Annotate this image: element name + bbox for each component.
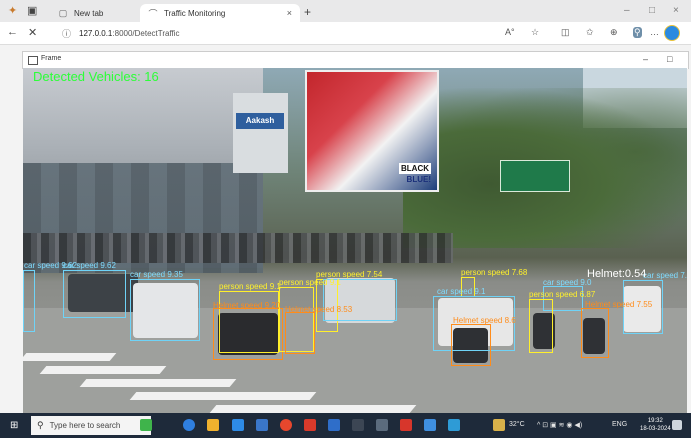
close-tab-icon[interactable]: ×: [287, 8, 292, 18]
helmet-detection-box: [285, 312, 315, 354]
edge-browser-icon[interactable]: [183, 419, 195, 431]
search-icon: ⚲: [37, 420, 44, 430]
billboard-text-blue: BLUE!: [406, 175, 431, 184]
chrome-icon[interactable]: [280, 419, 292, 431]
profile-sparkle-icon[interactable]: ✦: [8, 4, 17, 17]
split-screen-icon[interactable]: ◫: [561, 27, 570, 38]
file-explorer-icon[interactable]: [207, 419, 219, 431]
notifications-icon[interactable]: [672, 420, 682, 430]
favorites-icon[interactable]: ✩: [586, 27, 594, 38]
crosswalk-stripe: [23, 353, 117, 361]
helmet-speed-label: Helmet speed 8.53: [285, 305, 353, 314]
read-aloud-icon[interactable]: A°: [505, 27, 515, 37]
person-speed-label: person speed 6.87: [529, 290, 596, 299]
app-icon[interactable]: [376, 419, 388, 431]
frame-maximize-button[interactable]: □: [667, 54, 672, 64]
more-options-icon[interactable]: …: [650, 27, 659, 37]
maximize-button[interactable]: □: [649, 5, 655, 16]
car-detection-box: [63, 270, 126, 318]
helmet-detection-box: [213, 308, 283, 360]
car-speed-label: car speed 9.35: [130, 270, 183, 279]
tab-label: New tab: [74, 8, 104, 18]
language-indicator[interactable]: ENG: [612, 421, 627, 428]
app-icon[interactable]: [400, 419, 412, 431]
helmet-speed-label: Helmet speed 9.20: [213, 301, 281, 310]
crosswalk-stripe: [39, 366, 167, 374]
crosswalk-stripe: [79, 379, 237, 387]
page-icon: ▢: [58, 7, 68, 18]
address-bar[interactable]: ⓘ 127.0.0.1 :8000/DetectTraffic: [62, 25, 602, 41]
tab-label: Traffic Monitoring: [164, 8, 226, 18]
helmet-speed-label: Helmet speed 7.55: [585, 300, 653, 309]
car-speed-label: car speed 7.12: [643, 271, 687, 280]
back-arrow-icon[interactable]: ←: [7, 26, 18, 38]
frame-minimize-button[interactable]: –: [643, 54, 648, 64]
store-icon[interactable]: [232, 419, 244, 431]
weather-icon[interactable]: [493, 419, 505, 431]
clock-time: 19:32: [647, 418, 663, 424]
person-speed-label: person speed 9.1: [219, 282, 281, 291]
taskbar-clock[interactable]: 19:32 18-03-2024: [640, 417, 671, 433]
address-path: :8000/DetectTraffic: [112, 28, 180, 38]
car-speed-label: car speed 9.62: [63, 261, 116, 270]
close-window-button[interactable]: ×: [673, 5, 679, 16]
storefront: Aakash: [233, 93, 288, 173]
browser-toolbar: ← ✕ ⓘ 127.0.0.1 :8000/DetectTraffic A° ☆…: [0, 22, 691, 45]
vscode-icon[interactable]: [328, 419, 340, 431]
loading-icon: ⌒: [148, 8, 158, 19]
info-icon[interactable]: ⓘ: [62, 27, 71, 40]
taskbar-search-box[interactable]: ⚲ Type here to search: [31, 416, 151, 435]
car-speed-label: car speed 9.0: [543, 278, 592, 287]
helmet-detection-box: [451, 324, 491, 366]
search-placeholder: Type here to search: [49, 421, 121, 430]
person-speed-label: person speed 7.68: [461, 268, 528, 277]
pdf-reader-icon[interactable]: [304, 419, 316, 431]
helmet-speed-label: Helmet speed 8.6: [453, 316, 516, 325]
person-speed-label: person speed 9.1: [279, 278, 341, 287]
car-detection-box: [23, 270, 35, 332]
address-host: 127.0.0.1: [79, 28, 113, 38]
extension-icon[interactable]: ⚲: [633, 27, 642, 38]
billboard: BLACK BLUE!: [305, 70, 439, 192]
helmet-confidence-label: Helmet:0.54: [587, 268, 647, 280]
widgets-icon[interactable]: [140, 419, 152, 431]
system-tray-icons[interactable]: ^ ⊡ ▣ ≋ ◉ ◀): [537, 421, 582, 429]
frame-window-title: Frame: [41, 55, 62, 62]
minimize-button[interactable]: –: [624, 5, 630, 16]
frame-window-titlebar: Frame – □: [22, 51, 689, 69]
window-icon: [28, 56, 38, 65]
car-detection-box: [130, 279, 200, 341]
browser-tab-strip: ✦ ▣ ▢ New tab × ⌒ Traffic Monitoring × +…: [0, 0, 691, 22]
new-tab-button[interactable]: +: [304, 5, 311, 19]
collections-icon[interactable]: ⊕: [610, 27, 618, 38]
windows-start-icon[interactable]: ⊞: [10, 420, 18, 431]
windows-taskbar: ⊞ ⚲ Type here to search 32°C ^ ⊡ ▣ ≋ ◉ ◀…: [0, 413, 691, 438]
weather-temperature[interactable]: 32°C: [509, 421, 525, 428]
traffic-camera-view: Aakash BLACK BLUE! car speed 9.62 car spe…: [23, 68, 687, 413]
app-icon[interactable]: [448, 419, 460, 431]
person-speed-label: person speed 7.54: [316, 270, 383, 279]
helmet-detection-box: [581, 308, 609, 358]
tab-traffic-monitoring[interactable]: ⌒ Traffic Monitoring ×: [140, 4, 300, 22]
mail-icon[interactable]: [256, 419, 268, 431]
app-icon[interactable]: [424, 419, 436, 431]
stop-loading-icon[interactable]: ✕: [28, 26, 37, 39]
road-direction-sign: [500, 160, 570, 192]
clock-date: 18-03-2024: [640, 426, 671, 432]
crosswalk-stripe: [209, 405, 417, 413]
crosswalk-stripe: [129, 392, 317, 400]
favorite-star-icon[interactable]: ☆: [531, 27, 539, 38]
tab-actions-icon[interactable]: ▣: [27, 4, 37, 17]
parked-bikes: [23, 233, 453, 263]
shop-sign-logo: Aakash: [236, 113, 284, 129]
terminal-icon[interactable]: [352, 419, 364, 431]
copilot-icon[interactable]: [664, 25, 680, 41]
billboard-text-black: BLACK: [399, 163, 431, 174]
detected-vehicles-counter: Detected Vehicles: 16: [33, 69, 159, 84]
car-speed-label: car speed 9.1: [437, 287, 486, 296]
person-detection-box: [529, 299, 553, 353]
